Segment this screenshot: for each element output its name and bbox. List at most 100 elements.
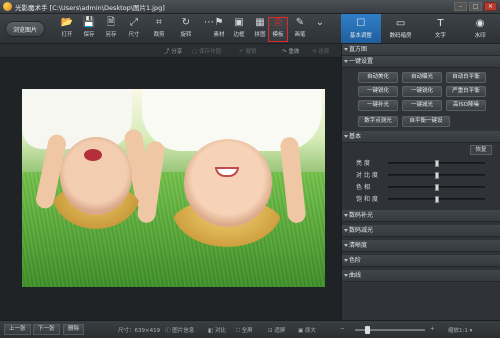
minimize-button[interactable]: – (454, 2, 467, 11)
border-tool-button[interactable]: ▣ 边框 (229, 17, 249, 42)
save-tool-label: 保存 (83, 32, 95, 38)
restore-label: 还原 (318, 49, 330, 55)
toolbar-expand-button[interactable]: ⌄ (310, 17, 330, 42)
save-tool-button[interactable]: 💾 保存 (79, 17, 99, 42)
save-as-tool-button[interactable]: 🗎 另存 (101, 17, 121, 42)
open-tool-button[interactable]: 📂 打开 (57, 17, 77, 42)
strong-white-balance-button[interactable]: 严重白平衡 (446, 86, 486, 97)
adjust-panel: 直方图 一键设置 自动美化 自动曝光 自动白平衡 一键锐化 一键锐化 严重白平衡… (341, 44, 500, 320)
crop-tool-button[interactable]: ⌗ 裁剪 (149, 17, 169, 42)
section-fill-light[interactable]: 数码补光 (342, 210, 500, 222)
rotate-tool-label: 旋转 (180, 32, 192, 38)
status-bar: 上一张 下一张 删除 尺寸：639×419 ⓘ 图片信息 ◧ 对比 ⛶ 全屏 ⊡… (0, 320, 500, 338)
auto-beautify-button[interactable]: 自动美化 (358, 72, 398, 83)
save-template-button[interactable]: ▢ 保存作图 (192, 47, 221, 55)
tab-digital-darkroom[interactable]: ▭ 数码暗房 (381, 14, 421, 43)
contrast-label: 对比度 (356, 172, 381, 179)
photo-child-left-shirt (22, 89, 132, 149)
saturation-slider[interactable] (388, 196, 485, 203)
fit-icon: ⊡ (268, 328, 273, 334)
fullscreen-button[interactable]: ⛶ 全屏 (236, 326, 253, 335)
section-basic[interactable]: 基本 (342, 131, 500, 143)
fit-label: 适屏 (274, 328, 286, 334)
restore-icon: ⟲ (312, 49, 317, 55)
next-image-button[interactable]: 下一张 (33, 324, 60, 335)
title-bar: 光影魔术手 [C:\Users\admin\Desktop\图片1.jpg] –… (0, 0, 500, 14)
compare-button[interactable]: ◧ 对比 (208, 326, 226, 334)
tab-watermark[interactable]: ◉ 水印 (460, 14, 500, 43)
tab-basic-adjust[interactable]: ☐ 基本调整 (341, 14, 381, 43)
crop-icon: ⌗ (156, 17, 162, 28)
zoom-out-icon[interactable]: − (340, 326, 345, 332)
brush-tool-button[interactable]: ✎ 画笔 (290, 17, 310, 42)
delete-button[interactable]: 删除 (63, 324, 85, 335)
image-info-label: 图片信息 (172, 328, 195, 334)
save-as-icon: 🗎 (106, 17, 116, 28)
fit-screen-button[interactable]: ⊡ 适屏 (268, 326, 285, 334)
zoom-in-icon[interactable]: + (430, 326, 435, 332)
browse-images-button[interactable]: 浏览图片 (5, 21, 45, 37)
tab-watermark-label: 水印 (474, 33, 486, 39)
material-tool-button[interactable]: ⚑ 素材 (209, 17, 229, 42)
collage-tool-button[interactable]: ▦ 拼图 (250, 17, 270, 42)
spot-metering-button[interactable]: 数字点测光 (358, 116, 398, 127)
high-iso-denoise-button[interactable]: 高ISO降噪 (446, 100, 486, 111)
chevron-down-icon: ▾ (469, 328, 473, 334)
tab-text[interactable]: T 文字 (421, 14, 461, 43)
zoom-slider-knob[interactable] (364, 326, 370, 334)
redo-button[interactable]: ↷ 重做 (282, 47, 299, 55)
white-balance-one-click-button[interactable]: 自平衡一键设 (402, 116, 450, 127)
original-size-button[interactable]: ▣ 原大 (298, 326, 316, 334)
section-one-click[interactable]: 一键设置 (342, 56, 500, 68)
zoom-ratio-button[interactable]: 缩放1:1 ▾ (448, 326, 472, 334)
hue-slider[interactable] (388, 184, 485, 191)
text-icon: T (437, 18, 444, 29)
resize-tool-button[interactable]: ⤢ 尺寸 (124, 17, 144, 42)
slider-knob[interactable] (434, 196, 439, 203)
sharpen-button[interactable]: 一键锐化 (358, 86, 398, 97)
template-icon: ⎙ (274, 17, 282, 28)
contrast-slider[interactable] (388, 172, 485, 179)
previous-image-button[interactable]: 上一张 (4, 324, 31, 335)
template-tool-button[interactable]: ⎙ 模板 (268, 17, 288, 42)
slider-knob[interactable] (434, 172, 439, 179)
reset-button[interactable]: 恢复 (470, 145, 492, 155)
save-icon: 💾 (82, 17, 96, 28)
brightness-label: 亮度 (356, 160, 373, 167)
one-click-buttons: 自动美化 自动曝光 自动白平衡 一键锐化 一键锐化 严重白平衡 一键补光 一键减… (342, 68, 500, 114)
rotate-tool-button[interactable]: ↻ 旋转 (176, 17, 196, 42)
section-histogram[interactable]: 直方图 (342, 44, 500, 56)
section-reduce-light[interactable]: 数码减光 (342, 225, 500, 237)
maximize-button[interactable]: □ (469, 2, 482, 11)
app-logo-icon (3, 2, 12, 11)
photo-child-left-mouth (84, 149, 102, 161)
auto-white-balance-button[interactable]: 自动白平衡 (446, 72, 486, 83)
restore-button[interactable]: ⟲ 还原 (312, 47, 329, 55)
photo-preview (22, 89, 325, 287)
reduce-light-button[interactable]: 一键减光 (402, 100, 442, 111)
compare-label: 对比 (214, 328, 226, 334)
slider-knob[interactable] (434, 160, 439, 167)
zoom-slider[interactable] (355, 326, 425, 334)
sharpen-button[interactable]: 一键锐化 (402, 86, 442, 97)
image-canvas[interactable] (0, 58, 341, 320)
folder-icon: 📂 (60, 17, 74, 28)
auto-exposure-button[interactable]: 自动曝光 (402, 72, 442, 83)
section-levels[interactable]: 色阶 (342, 255, 500, 267)
compare-icon: ◧ (208, 328, 214, 334)
undo-button[interactable]: ↶ 撤销 (239, 47, 256, 55)
template-tool-label: 模板 (272, 32, 284, 38)
section-clarity[interactable]: 清晰度 (342, 240, 500, 252)
material-tool-label: 素材 (213, 32, 225, 38)
slider-knob[interactable] (434, 184, 439, 191)
image-info-button[interactable]: ⓘ 图片信息 (165, 326, 194, 334)
close-button[interactable]: × (484, 2, 497, 11)
fullscreen-icon: ⛶ (236, 328, 240, 334)
brightness-slider[interactable] (388, 160, 485, 167)
open-tool-label: 打开 (61, 32, 73, 38)
fill-light-button[interactable]: 一键补光 (358, 100, 398, 111)
contrast-slider-row: 对比度 (342, 168, 500, 180)
share-button[interactable]: ⤴ 分享 (164, 47, 182, 55)
undo-icon: ↶ (239, 49, 244, 55)
section-curves[interactable]: 曲线 (342, 270, 500, 282)
